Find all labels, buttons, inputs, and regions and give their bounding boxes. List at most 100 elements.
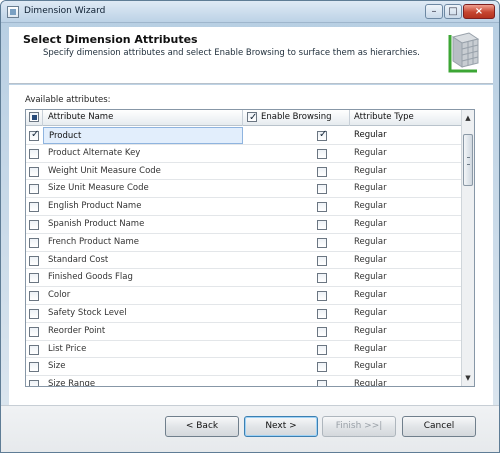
table-row[interactable]: English Product Name Regular <box>26 198 462 216</box>
enable-browsing-checkbox[interactable] <box>317 202 327 213</box>
table-row[interactable]: Standard Cost Regular <box>26 252 462 270</box>
enable-browsing-checkbox[interactable] <box>317 237 327 248</box>
attribute-name-cell[interactable]: Color <box>43 287 243 304</box>
wizard-footer: < Back Next > Finish >>| Cancel <box>1 405 499 452</box>
enable-browsing-all-checkbox[interactable] <box>247 110 257 125</box>
table-row[interactable]: Size Range Regular <box>26 376 462 386</box>
row-include-checkbox[interactable] <box>29 380 39 386</box>
row-include-checkbox[interactable] <box>29 344 39 355</box>
maximize-button[interactable]: □ <box>444 4 462 19</box>
table-row[interactable]: Size Unit Measure Code Regular <box>26 180 462 199</box>
row-select-cell <box>26 305 43 322</box>
row-select-cell <box>26 163 43 180</box>
row-include-checkbox[interactable] <box>29 291 39 302</box>
grid-header: Attribute Name Enable Browsing Attribute… <box>26 110 462 126</box>
app-icon <box>7 6 19 18</box>
enable-browsing-checkbox[interactable] <box>317 326 327 337</box>
row-select-cell <box>26 287 43 304</box>
scroll-down-icon[interactable]: ▼ <box>463 372 473 384</box>
enable-browsing-checkbox[interactable] <box>317 309 327 319</box>
attribute-type-cell[interactable]: Regular <box>350 376 462 386</box>
scroll-up-icon[interactable]: ▲ <box>463 112 473 124</box>
attribute-type-cell[interactable]: Regular <box>350 127 462 144</box>
row-include-checkbox[interactable] <box>29 309 39 319</box>
attribute-name-cell[interactable]: Weight Unit Measure Code <box>43 163 243 180</box>
available-attributes-label: Available attributes: <box>25 95 111 105</box>
table-row[interactable]: Color Regular <box>26 287 462 305</box>
row-include-checkbox[interactable] <box>29 255 39 266</box>
attribute-type-cell[interactable]: Regular <box>350 198 462 215</box>
row-include-checkbox[interactable] <box>29 220 39 230</box>
scroll-thumb[interactable] <box>463 134 473 186</box>
attribute-type-cell[interactable]: Regular <box>350 305 462 322</box>
select-all-checkbox[interactable] <box>29 112 39 122</box>
table-row[interactable]: Spanish Product Name Regular <box>26 216 462 234</box>
table-row[interactable]: Reorder Point Regular <box>26 323 462 341</box>
enable-browsing-checkbox[interactable] <box>317 344 327 355</box>
enable-browsing-checkbox[interactable] <box>317 220 327 230</box>
vertical-scrollbar[interactable]: ▲ ▼ <box>461 110 474 386</box>
table-row[interactable]: Product Alternate Key Regular <box>26 145 462 163</box>
attribute-type-cell[interactable]: Regular <box>350 252 462 269</box>
attribute-name-cell[interactable]: Product <box>43 127 243 144</box>
row-include-checkbox[interactable] <box>29 362 39 373</box>
column-attribute-name[interactable]: Attribute Name <box>43 110 243 126</box>
next-button[interactable]: Next > <box>244 416 318 437</box>
enable-browsing-checkbox[interactable] <box>317 362 327 373</box>
row-select-cell <box>26 180 43 197</box>
enable-browsing-checkbox[interactable] <box>317 148 327 159</box>
column-attribute-type[interactable]: Attribute Type <box>350 110 462 126</box>
enable-browsing-cell <box>243 127 350 144</box>
row-include-checkbox[interactable] <box>29 184 39 195</box>
table-row[interactable]: French Product Name Regular <box>26 234 462 252</box>
attribute-type-cell[interactable]: Regular <box>350 180 462 197</box>
cancel-button[interactable]: Cancel <box>402 416 476 437</box>
row-include-checkbox[interactable] <box>29 166 39 177</box>
attribute-name-cell[interactable]: Safety Stock Level <box>43 305 243 322</box>
enable-browsing-checkbox[interactable] <box>317 291 327 302</box>
attribute-name-cell[interactable]: French Product Name <box>43 234 243 251</box>
attribute-name-cell[interactable]: Spanish Product Name <box>43 216 243 233</box>
attribute-type-cell[interactable]: Regular <box>350 216 462 233</box>
enable-browsing-checkbox[interactable] <box>317 129 327 141</box>
finish-button[interactable]: Finish >>| <box>322 416 396 437</box>
row-include-checkbox[interactable] <box>29 129 39 141</box>
attribute-name-cell[interactable]: Standard Cost <box>43 252 243 269</box>
row-include-checkbox[interactable] <box>29 202 39 213</box>
attribute-type-cell[interactable]: Regular <box>350 269 462 286</box>
row-include-checkbox[interactable] <box>29 273 39 284</box>
table-row[interactable]: List Price Regular <box>26 341 462 359</box>
attribute-name-cell[interactable]: Size Unit Measure Code <box>43 180 243 197</box>
enable-browsing-checkbox[interactable] <box>317 255 327 266</box>
table-row[interactable]: Finished Goods Flag Regular <box>26 269 462 288</box>
attribute-name-cell[interactable]: Product Alternate Key <box>43 145 243 162</box>
attribute-name-cell[interactable]: List Price <box>43 341 243 358</box>
minimize-button[interactable]: – <box>425 4 443 19</box>
enable-browsing-checkbox[interactable] <box>317 273 327 284</box>
back-button[interactable]: < Back <box>165 416 239 437</box>
column-enable-browsing[interactable]: Enable Browsing <box>243 110 350 126</box>
attribute-name-cell[interactable]: Reorder Point <box>43 323 243 340</box>
attribute-name-cell[interactable]: English Product Name <box>43 198 243 215</box>
attribute-type-cell[interactable]: Regular <box>350 287 462 304</box>
table-row[interactable]: Size Regular <box>26 358 462 377</box>
close-button[interactable]: × <box>463 4 495 19</box>
attribute-type-cell[interactable]: Regular <box>350 323 462 340</box>
table-row[interactable]: Weight Unit Measure Code Regular <box>26 163 462 181</box>
attribute-name-cell[interactable]: Size Range <box>43 376 243 386</box>
attribute-type-cell[interactable]: Regular <box>350 163 462 180</box>
enable-browsing-checkbox[interactable] <box>317 184 327 195</box>
enable-browsing-checkbox[interactable] <box>317 380 327 386</box>
row-include-checkbox[interactable] <box>29 326 39 337</box>
attribute-type-cell[interactable]: Regular <box>350 145 462 162</box>
attribute-type-cell[interactable]: Regular <box>350 341 462 358</box>
table-row[interactable]: Product Regular <box>26 127 462 145</box>
table-row[interactable]: Safety Stock Level Regular <box>26 305 462 323</box>
attribute-name-cell[interactable]: Size <box>43 358 243 375</box>
attribute-type-cell[interactable]: Regular <box>350 358 462 375</box>
enable-browsing-checkbox[interactable] <box>317 166 327 177</box>
row-include-checkbox[interactable] <box>29 237 39 248</box>
attribute-name-cell[interactable]: Finished Goods Flag <box>43 269 243 286</box>
row-include-checkbox[interactable] <box>29 148 39 159</box>
attribute-type-cell[interactable]: Regular <box>350 234 462 251</box>
